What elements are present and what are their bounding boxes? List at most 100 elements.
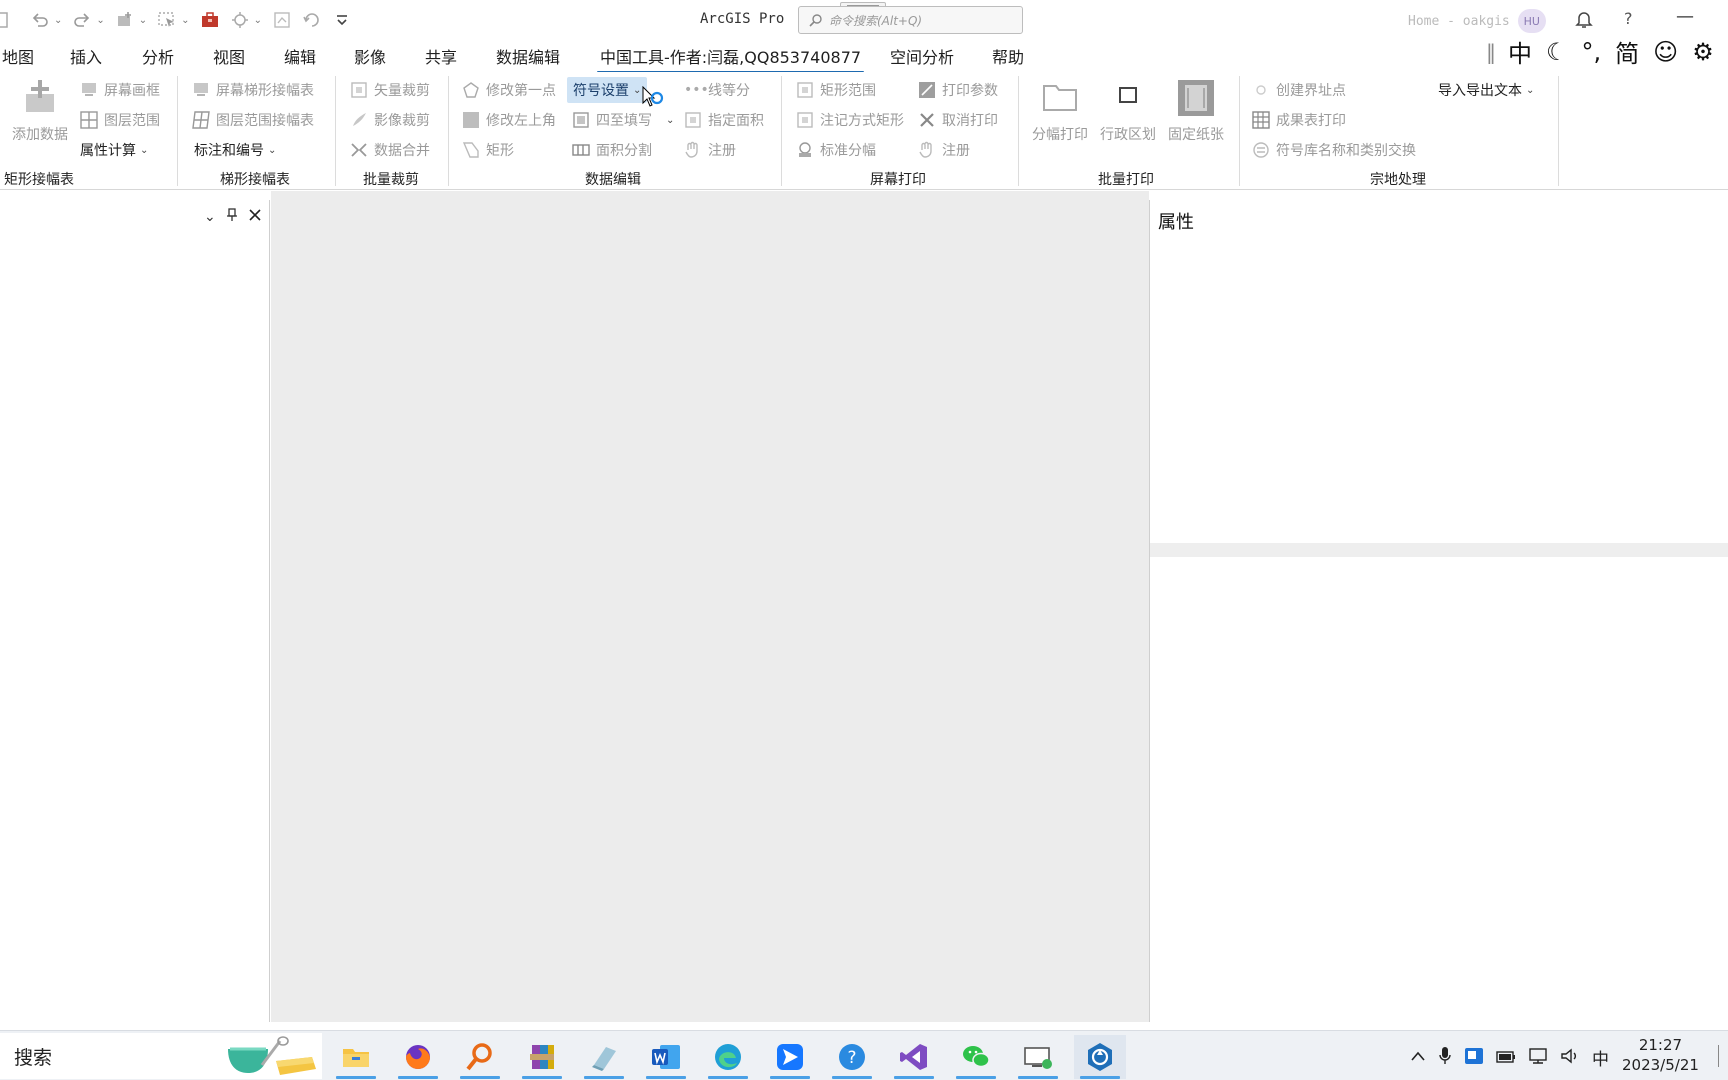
cancel-print-button[interactable]: 取消打印	[918, 108, 998, 132]
taskbar-help[interactable]: ?	[826, 1035, 878, 1079]
close-icon[interactable]	[248, 208, 262, 226]
volume-icon[interactable]	[1560, 1047, 1580, 1069]
properties-splitter[interactable]	[1150, 543, 1728, 557]
layout-qat-button[interactable]	[272, 10, 292, 30]
tab-edit[interactable]: 编辑	[284, 44, 316, 68]
customize-qat-button[interactable]	[332, 10, 352, 30]
annot-number-dropdown[interactable]: 标注和编号 ⌄	[194, 138, 276, 162]
result-table-print-button[interactable]: 成果表打印	[1252, 108, 1346, 132]
chevron-down-icon[interactable]: ⌄	[254, 15, 262, 26]
tab-data-edit[interactable]: 数据编辑	[496, 44, 560, 68]
taskbar-search-box[interactable]: 搜索	[0, 1033, 322, 1079]
chevron-up-icon[interactable]	[1410, 1050, 1426, 1066]
taskbar-winrar[interactable]	[516, 1035, 568, 1079]
taskbar-search-app[interactable]	[454, 1035, 506, 1079]
taskbar-word[interactable]	[640, 1035, 692, 1079]
rect-extent-button[interactable]: 矩形范围	[796, 78, 876, 102]
show-desktop-button[interactable]	[1718, 1045, 1728, 1067]
microphone-icon[interactable]	[1438, 1046, 1452, 1070]
chevron-down-icon[interactable]: ⌄	[96, 15, 104, 26]
taskbar-arcgis-pro[interactable]	[1074, 1035, 1126, 1079]
ime-emoji-icon[interactable]: ☺	[1653, 38, 1678, 66]
import-export-dropdown[interactable]: 导入导出文本 ⌄	[1438, 78, 1534, 102]
taskbar-notes[interactable]	[578, 1035, 630, 1079]
outlook-icon[interactable]	[1464, 1047, 1484, 1069]
modify-first-point-button[interactable]: 修改第一点	[462, 78, 556, 102]
toolbox-button[interactable]	[200, 10, 220, 30]
sheet-print-button[interactable]: 分幅打印	[1028, 78, 1092, 144]
add-data-qat-button[interactable]: ⌄	[115, 10, 147, 30]
tab-analysis[interactable]: 分析	[142, 44, 174, 68]
chevron-down-icon[interactable]: ⌄	[54, 15, 62, 26]
layer-trapezoid-button[interactable]: 图层范围接幅表	[192, 108, 314, 132]
register-button-print[interactable]: 注册	[918, 138, 970, 162]
map-view[interactable]	[271, 191, 1149, 1022]
avatar[interactable]: HU	[1517, 9, 1546, 33]
undo-button[interactable]: ⌄	[30, 10, 62, 30]
chevron-down-icon[interactable]: ⌄	[139, 15, 147, 26]
symbol-swap-button[interactable]: 符号库名称和类别交换	[1252, 138, 1416, 162]
refresh-qat-button[interactable]	[302, 10, 322, 30]
taskbar-wechat[interactable]	[950, 1035, 1002, 1079]
line-divide-button[interactable]: ••• 线等分	[684, 78, 750, 102]
ime-lang-toggle[interactable]: 中	[1508, 34, 1532, 69]
assign-area-button[interactable]: 指定面积	[684, 108, 764, 132]
screen-frame-button[interactable]: 屏幕画框	[80, 78, 160, 102]
tab-insert[interactable]: 插入	[70, 44, 102, 68]
modify-upper-left-button[interactable]: 修改左上角	[462, 108, 556, 132]
tab-share[interactable]: 共享	[425, 44, 457, 68]
tab-help[interactable]: 帮助	[992, 44, 1024, 68]
tab-map[interactable]: 地图	[2, 44, 34, 68]
pin-icon[interactable]	[226, 208, 238, 226]
ime-punct-toggle[interactable]: °,	[1582, 38, 1602, 66]
chevron-down-icon[interactable]: ⌄	[204, 209, 216, 225]
taskbar-file-explorer[interactable]	[330, 1035, 382, 1079]
symbol-settings-dropdown[interactable]: 符号设置 ⌄	[567, 77, 648, 103]
user-account[interactable]: Home - oakgis HU	[1408, 9, 1546, 33]
taskbar-edge[interactable]	[702, 1035, 754, 1079]
vector-clip-button[interactable]: 矢量裁剪	[350, 78, 430, 102]
print-params-button[interactable]: 打印参数	[918, 78, 998, 102]
ime-grip[interactable]: ‖	[1486, 40, 1496, 64]
attr-calc-dropdown[interactable]: 属性计算 ⌄	[80, 138, 148, 162]
standard-sheet-button[interactable]: 标准分幅	[796, 138, 876, 162]
minimize-button[interactable]: —	[1676, 6, 1694, 27]
admin-zone-button[interactable]: 行政区划	[1096, 78, 1160, 144]
screen-trapezoid-button[interactable]: 屏幕梯形接幅表	[192, 78, 314, 102]
four-fill-dropdown[interactable]: 四至填写 ⌄	[572, 108, 674, 132]
taskbar-clock[interactable]: 21:27 2023/5/21	[1622, 1035, 1699, 1075]
select-qat-button[interactable]: ⌄	[157, 10, 190, 30]
ime-simplified-toggle[interactable]: 简	[1615, 34, 1639, 69]
taskbar-firefox[interactable]	[392, 1035, 444, 1079]
tab-spatial-analysis[interactable]: 空间分析	[890, 44, 954, 68]
tab-imagery[interactable]: 影像	[354, 44, 386, 68]
add-data-button[interactable]: 添加数据	[8, 78, 72, 144]
save-icon[interactable]	[0, 10, 20, 30]
notification-bell-icon[interactable]	[1573, 8, 1595, 30]
tab-china-tools[interactable]: 中国工具-作者:闫磊,QQ853740877	[596, 44, 865, 74]
ime-settings-icon[interactable]: ⚙	[1692, 38, 1714, 66]
annot-rect-button[interactable]: 注记方式矩形	[796, 108, 904, 132]
input-language-indicator[interactable]: 中	[1592, 1045, 1609, 1070]
taskbar-remote-desktop[interactable]	[1012, 1035, 1064, 1079]
area-split-button[interactable]: 面积分割	[572, 138, 652, 162]
layer-extent-button[interactable]: 图层范围	[80, 108, 160, 132]
rectangle-button[interactable]: 矩形	[462, 138, 514, 162]
chevron-down-icon: ⌄	[1526, 84, 1535, 96]
fixed-paper-button[interactable]: 固定纸张	[1164, 78, 1228, 144]
redo-button[interactable]: ⌄	[72, 10, 105, 30]
image-clip-button[interactable]: 影像裁剪	[350, 108, 430, 132]
data-merge-button[interactable]: 数据合并	[350, 138, 430, 162]
navigate-qat-button[interactable]: ⌄	[230, 10, 262, 30]
create-boundary-points-button[interactable]: 创建界址点	[1252, 78, 1346, 102]
network-icon[interactable]	[1528, 1047, 1548, 1069]
ime-moon-icon[interactable]: ☾	[1546, 38, 1568, 66]
chevron-down-icon[interactable]: ⌄	[181, 15, 189, 26]
battery-icon[interactable]	[1496, 1049, 1516, 1067]
taskbar-visual-studio[interactable]	[888, 1035, 940, 1079]
tab-view[interactable]: 视图	[213, 44, 245, 68]
command-search-input[interactable]: 命令搜索(Alt+Q)	[798, 6, 1023, 34]
taskbar-feishu[interactable]	[764, 1035, 816, 1079]
help-button[interactable]: ?	[1624, 9, 1633, 28]
register-button-edit[interactable]: 注册	[684, 138, 736, 162]
